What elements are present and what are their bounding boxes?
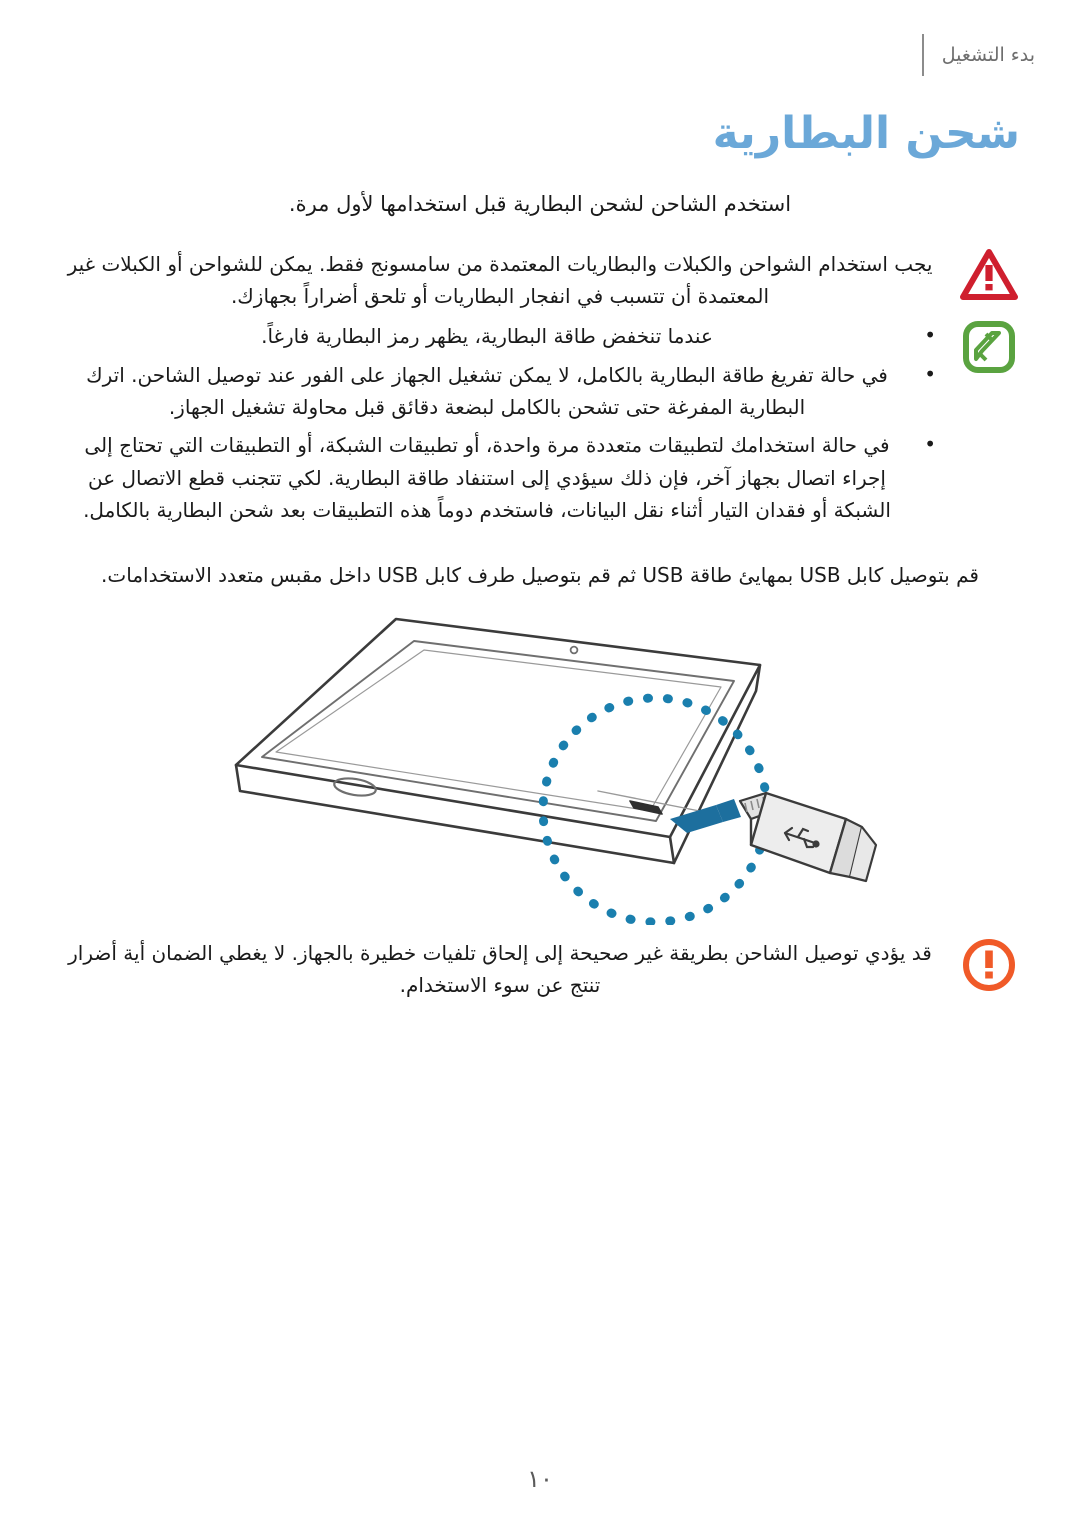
- page-title: شحن البطارية: [712, 108, 1020, 159]
- note-callout-body: عندما تنخفض طاقة البطارية، يظهر رمز البط…: [60, 318, 940, 532]
- usb-connector: [738, 791, 878, 883]
- caution-callout: قد يؤدي توصيل الشاحن بطريقة غير صحيحة إل…: [60, 935, 1020, 1002]
- list-item: عندما تنخفض طاقة البطارية، يظهر رمز البط…: [60, 319, 940, 352]
- list-item: في حالة استخدامك لتطبيقات متعددة مرة واح…: [60, 428, 940, 526]
- tablet-usb-charging-illustration: [0, 600, 1080, 930]
- list-item: في حالة تفريغ طاقة البطارية بالكامل، لا …: [60, 358, 940, 424]
- running-header: بدء التشغيل: [921, 34, 1035, 76]
- insertion-arrow: [670, 799, 741, 833]
- warning-triangle-icon: [958, 246, 1020, 310]
- warning-callout: يجب استخدام الشواحن والكبلات والبطاريات …: [60, 246, 1020, 313]
- caution-callout-text: قد يؤدي توصيل الشاحن بطريقة غير صحيحة إل…: [68, 941, 932, 998]
- caution-circle-icon: [958, 935, 1020, 999]
- usb-instruction-text: قم بتوصيل كابل USB بمهايئ طاقة USB ثم قم…: [101, 562, 979, 587]
- page-content: شحن البطارية استخدم الشاحن لشحن البطارية…: [60, 108, 1020, 591]
- header-divider-rule: [921, 34, 924, 76]
- running-header-text: بدء التشغيل: [941, 44, 1035, 66]
- note-bullet-list: عندما تنخفض طاقة البطارية، يظهر رمز البط…: [60, 319, 940, 526]
- warning-callout-text: يجب استخدام الشواحن والكبلات والبطاريات …: [67, 251, 933, 308]
- page-number: ١٠: [527, 1465, 553, 1493]
- section-lead-text: استخدم الشاحن لشحن البطارية قبل استخدامه…: [288, 191, 792, 216]
- manual-page: بدء التشغيل شحن البطارية استخدم الشاحن ل…: [0, 0, 1080, 1527]
- note-pencil-icon: [958, 318, 1020, 382]
- note-callout: عندما تنخفض طاقة البطارية، يظهر رمز البط…: [60, 318, 1020, 532]
